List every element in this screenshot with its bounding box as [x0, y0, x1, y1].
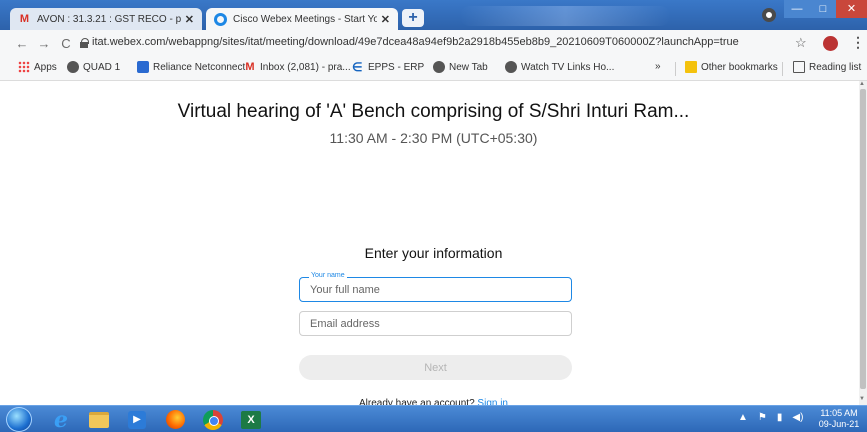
- network-icon[interactable]: ▮: [777, 412, 783, 423]
- globe-icon: [433, 61, 445, 73]
- new-tab-button[interactable]: +: [402, 9, 424, 27]
- system-tray: ▲ ⚑ ▮ ◀): [738, 412, 803, 423]
- close-icon[interactable]: ✕: [185, 13, 194, 26]
- taskbar-chrome[interactable]: [196, 408, 230, 431]
- divider: [675, 62, 676, 76]
- tab-label: Cisco Webex Meetings - Start Yo: [233, 13, 377, 25]
- bookmark-label: Reading list: [809, 61, 862, 73]
- url-field[interactable]: itat.webex.com/webappng/sites/itat/meeti…: [92, 36, 739, 48]
- bookmark-inbox[interactable]: M Inbox (2,081) - pra...: [244, 61, 351, 73]
- excel-icon: X: [241, 410, 261, 429]
- bookmark-label: Other bookmarks: [701, 61, 778, 73]
- email-input[interactable]: [310, 316, 560, 332]
- reload-icon[interactable]: C: [56, 36, 76, 51]
- back-arrow-icon[interactable]: ←: [12, 36, 32, 51]
- taskbar-firefox[interactable]: [158, 408, 192, 431]
- page-title: Virtual hearing of 'A' Bench comprising …: [177, 101, 690, 122]
- bookmark-reading-list[interactable]: Reading list: [793, 61, 861, 73]
- star-icon[interactable]: ☆: [795, 35, 807, 51]
- name-input[interactable]: [310, 282, 560, 298]
- menu-icon[interactable]: ⋮: [851, 34, 865, 51]
- folder-icon: [685, 61, 697, 73]
- clock-time: 11:05 AM: [820, 408, 858, 418]
- reliance-icon: [137, 61, 149, 73]
- folder-icon: [89, 411, 109, 428]
- start-button[interactable]: [6, 407, 32, 432]
- forward-arrow-icon[interactable]: →: [34, 36, 54, 51]
- meeting-time: 11:30 AM - 2:30 PM (UTC+05:30): [329, 130, 538, 146]
- email-field[interactable]: [299, 311, 572, 336]
- media-player-icon: ▶: [128, 410, 146, 429]
- taskbar-excel[interactable]: X: [234, 408, 268, 431]
- bookmark-label: Reliance Netconnect: [153, 61, 246, 73]
- taskbar-media-player[interactable]: ▶: [120, 408, 154, 431]
- close-icon[interactable]: ✕: [381, 13, 390, 26]
- gmail-icon: M: [245, 61, 255, 73]
- address-bar: ← → C itat.webex.com/webappng/sites/itat…: [0, 30, 867, 57]
- name-field-label: Your name: [309, 272, 347, 279]
- chevron-icon: »: [655, 61, 661, 72]
- bookmark-reliance[interactable]: Reliance Netconnect: [137, 61, 245, 73]
- bookmark-label: Apps: [34, 61, 57, 73]
- tab-label: AVON : 31.3.21 : GST RECO - pra: [37, 13, 181, 25]
- name-field[interactable]: Your name: [299, 272, 572, 302]
- tray-expand-icon[interactable]: ▲: [738, 412, 748, 423]
- lock-icon: [80, 38, 89, 48]
- scrollbar-thumb[interactable]: [860, 89, 866, 389]
- gmail-icon: M: [19, 13, 30, 25]
- internet-explorer-icon: e: [54, 406, 68, 432]
- chrome-icon: [203, 409, 223, 430]
- chrome-status-icon: [762, 8, 776, 22]
- scroll-down-icon[interactable]: ▼: [859, 396, 865, 402]
- bookmark-epps[interactable]: ∈ EPPS - ERP: [352, 61, 424, 73]
- globe-icon: [67, 61, 79, 73]
- bookmark-label: EPPS - ERP: [368, 61, 425, 73]
- taskbar-clock[interactable]: 11:05 AM 09-Jun-21: [815, 408, 863, 430]
- scroll-up-icon[interactable]: ▲: [859, 81, 865, 87]
- firefox-icon: [165, 410, 185, 429]
- maximize-button[interactable]: □: [810, 0, 836, 18]
- bookmarks-overflow-button[interactable]: »: [655, 61, 661, 72]
- tab-gmail[interactable]: M AVON : 31.3.21 : GST RECO - pra ✕: [10, 8, 202, 30]
- flag-icon[interactable]: ⚑: [758, 412, 767, 423]
- bookmark-apps[interactable]: Apps: [18, 61, 57, 73]
- taskbar-ie[interactable]: e: [44, 406, 78, 432]
- webex-join-page: Virtual hearing of 'A' Bench comprising …: [0, 81, 867, 409]
- divider: [782, 62, 783, 76]
- bookmark-label: New Tab: [449, 61, 488, 73]
- browser-titlebar: M AVON : 31.3.21 : GST RECO - pra ✕ Cisc…: [0, 0, 867, 30]
- minimize-button[interactable]: —: [784, 0, 810, 18]
- form-heading: Enter your information: [364, 245, 503, 261]
- reading-list-icon: [793, 61, 805, 73]
- webex-icon: [214, 12, 227, 26]
- bookmark-watch-tv[interactable]: Watch TV Links Ho...: [505, 61, 614, 73]
- bookmark-label: Inbox (2,081) - pra...: [260, 61, 351, 73]
- clock-date: 09-Jun-21: [818, 419, 860, 429]
- avatar[interactable]: [823, 36, 838, 51]
- bookmark-label: Watch TV Links Ho...: [521, 61, 615, 73]
- bookmark-label: QUAD 1: [83, 61, 121, 73]
- volume-icon[interactable]: ◀): [792, 412, 803, 423]
- bookmark-new-tab[interactable]: New Tab: [433, 61, 488, 73]
- apps-icon: [18, 61, 30, 73]
- globe-icon: [505, 61, 517, 73]
- tab-webex[interactable]: Cisco Webex Meetings - Start Yo ✕: [206, 8, 398, 30]
- bookmarks-bar: Apps QUAD 1 Reliance Netconnect M Inbox …: [0, 57, 867, 81]
- taskbar-explorer[interactable]: [82, 408, 116, 431]
- next-button[interactable]: Next: [299, 355, 572, 380]
- windows-taskbar: e ▶ X ▲ ⚑ ▮ ◀) 11:05 AM 09-Jun-21: [0, 405, 867, 432]
- epps-icon: ∈: [352, 60, 363, 74]
- window-close-button[interactable]: ✕: [836, 0, 867, 18]
- bookmark-quad1[interactable]: QUAD 1: [67, 61, 120, 73]
- bookmark-other[interactable]: Other bookmarks: [685, 61, 778, 73]
